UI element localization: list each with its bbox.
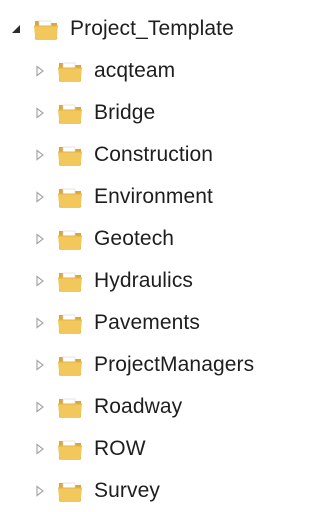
- tree-item-label: acqteam: [94, 59, 176, 82]
- collapsed-triangle-icon[interactable]: [34, 233, 46, 245]
- collapsed-triangle-icon[interactable]: [34, 359, 46, 371]
- tree-item-label: Pavements: [94, 311, 200, 334]
- collapsed-triangle-icon[interactable]: [34, 65, 46, 77]
- tree-item-label: Survey: [94, 479, 160, 502]
- tree-item-label: Geotech: [94, 227, 175, 250]
- collapsed-triangle-icon[interactable]: [34, 191, 46, 203]
- tree-item-geotech[interactable]: Geotech: [34, 218, 174, 260]
- collapsed-triangle-icon[interactable]: [34, 275, 46, 287]
- tree-item-label: Bridge: [94, 101, 156, 124]
- tree-item-environment[interactable]: Environment: [34, 176, 213, 218]
- tree-item-pavements[interactable]: Pavements: [34, 302, 200, 344]
- tree-item-construction[interactable]: Construction: [34, 134, 213, 176]
- folder-icon: [57, 437, 84, 461]
- collapsed-triangle-icon[interactable]: [34, 443, 46, 455]
- folder-icon: [57, 479, 84, 503]
- folder-icon: [57, 395, 84, 419]
- tree-item-projectmanagers[interactable]: ProjectManagers: [34, 344, 254, 386]
- collapsed-triangle-icon[interactable]: [34, 401, 46, 413]
- tree-item-row[interactable]: ROW: [34, 428, 146, 470]
- collapsed-triangle-icon[interactable]: [34, 317, 46, 329]
- tree-item-label: Environment: [94, 185, 213, 208]
- folder-icon: [33, 17, 60, 41]
- folder-icon: [57, 353, 84, 377]
- collapsed-triangle-icon[interactable]: [34, 149, 46, 161]
- tree-item-survey[interactable]: Survey: [34, 470, 160, 512]
- tree-item-label: ProjectManagers: [94, 353, 255, 376]
- tree-root-label: Project_Template: [70, 17, 234, 40]
- tree-item-hydraulics[interactable]: Hydraulics: [34, 260, 193, 302]
- folder-icon: [57, 185, 84, 209]
- folder-icon: [57, 227, 84, 251]
- tree-item-label: Roadway: [94, 395, 183, 418]
- tree-item-roadway[interactable]: Roadway: [34, 386, 182, 428]
- collapsed-triangle-icon[interactable]: [34, 107, 46, 119]
- tree-root-item[interactable]: Project_Template: [10, 8, 234, 50]
- folder-icon: [57, 101, 84, 125]
- tree-item-bridge[interactable]: Bridge: [34, 92, 155, 134]
- tree-item-label: Construction: [94, 143, 214, 166]
- tree-item-label: Hydraulics: [94, 269, 194, 292]
- folder-icon: [57, 311, 84, 335]
- folder-icon: [57, 143, 84, 167]
- expanded-triangle-icon[interactable]: [10, 23, 22, 35]
- tree-item-label: ROW: [94, 437, 146, 460]
- folder-icon: [57, 59, 84, 83]
- folder-icon: [57, 269, 84, 293]
- tree-item-acqteam[interactable]: acqteam: [34, 50, 175, 92]
- collapsed-triangle-icon[interactable]: [34, 485, 46, 497]
